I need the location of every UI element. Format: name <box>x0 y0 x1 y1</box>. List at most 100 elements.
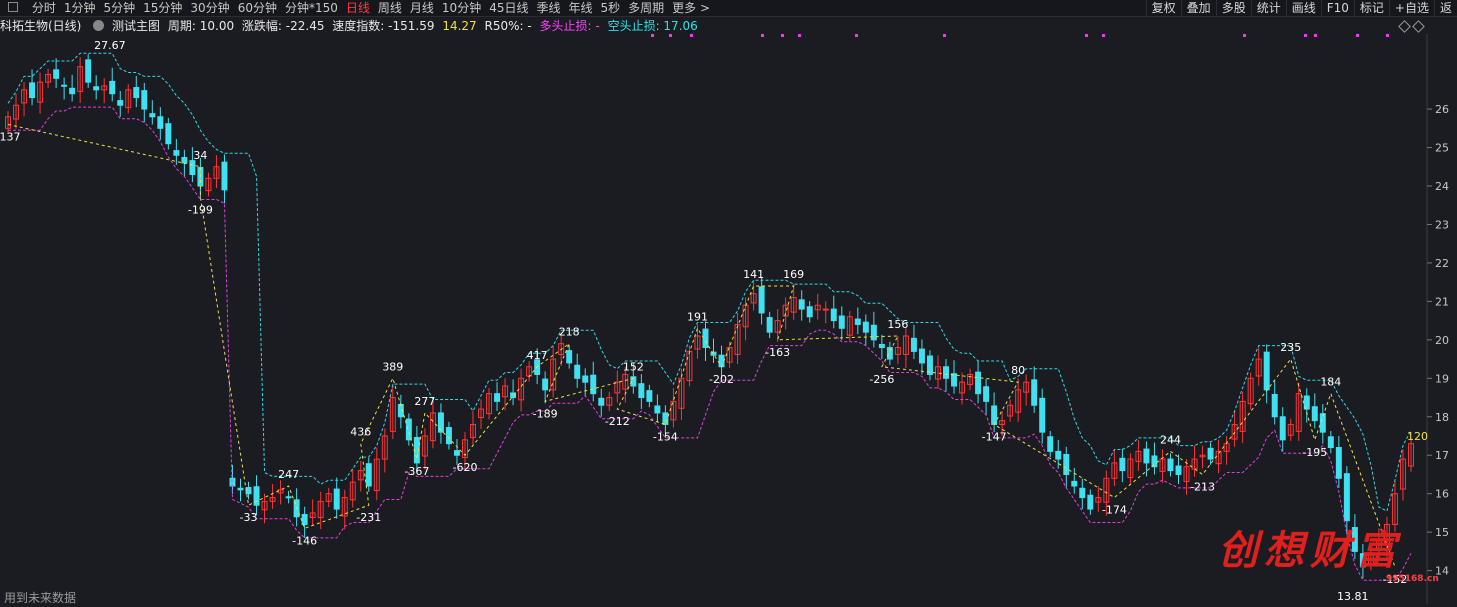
candle-body <box>758 286 765 314</box>
candle-body <box>646 390 653 402</box>
pivot-label: 277 <box>414 395 435 408</box>
y-tick-label: 21 <box>1435 295 1449 308</box>
candle-body <box>1143 448 1150 464</box>
pivot-label: 389 <box>382 360 403 373</box>
min-price-label: 13.81 <box>1337 590 1369 603</box>
candle-body <box>1271 393 1278 418</box>
candle-body <box>1039 397 1046 433</box>
y-tick-label: 24 <box>1435 180 1449 193</box>
candle-body <box>1063 453 1070 475</box>
candle-body <box>710 351 717 356</box>
y-tick-label: 15 <box>1435 526 1449 539</box>
candle-body <box>1031 379 1038 406</box>
pivot-label: 218 <box>559 326 580 339</box>
pivot-label: 169 <box>783 268 804 281</box>
signal-marker <box>1304 34 1307 37</box>
y-tick-label: 16 <box>1435 488 1449 501</box>
candle-body <box>173 150 180 156</box>
last-value-label: 120 <box>1407 430 1428 443</box>
y-tick-label: 19 <box>1435 372 1449 385</box>
candle-body <box>862 321 869 333</box>
candle-body <box>29 82 36 99</box>
candle-body <box>822 308 829 311</box>
candlestick-chart[interactable]: 26252423222120191817161514-13734-199-332… <box>0 0 1457 607</box>
short-stop-line <box>7 52 1412 512</box>
future-data-note: 用到未来数据 <box>4 591 77 605</box>
candle-body <box>61 84 68 87</box>
signal-marker <box>1314 34 1317 37</box>
pivot-label: -137 <box>0 130 20 143</box>
candle-body <box>702 328 709 349</box>
pivot-label: 152 <box>623 360 644 373</box>
candle-body <box>838 315 845 329</box>
candle-body <box>542 378 549 391</box>
candle-body <box>854 318 861 325</box>
candle-body <box>405 418 412 441</box>
pivot-label: 235 <box>1280 341 1301 354</box>
pivot-label: 156 <box>887 318 908 331</box>
pivot-label: 417 <box>527 349 548 362</box>
pivot-label: 34 <box>193 149 207 162</box>
candle-body <box>574 364 581 379</box>
pivot-label: -202 <box>709 373 734 386</box>
candle-body <box>117 100 124 106</box>
candle-body <box>141 90 148 110</box>
pivot-label: 247 <box>278 468 299 481</box>
candle-body <box>181 157 188 164</box>
pivot-label: -199 <box>188 204 213 217</box>
candle-body <box>662 412 669 425</box>
candle-body <box>654 405 661 414</box>
candle-body <box>165 123 172 145</box>
signal-marker <box>1386 34 1389 37</box>
signal-marker <box>798 34 801 37</box>
candle-body <box>1047 436 1054 452</box>
candle-body <box>582 375 589 383</box>
signal-marker <box>651 34 654 37</box>
candle-body <box>237 487 244 491</box>
candle-body <box>918 348 925 364</box>
candle-body <box>878 343 885 349</box>
signal-marker <box>1102 34 1105 37</box>
signal-marker <box>1243 34 1246 37</box>
candle-body <box>149 113 156 118</box>
y-tick-label: 20 <box>1435 334 1449 347</box>
candle-body <box>85 59 92 83</box>
candle-body <box>301 513 308 525</box>
pivot-label: -367 <box>404 465 429 478</box>
pivot-label: 184 <box>1320 376 1341 389</box>
candle-body <box>1167 458 1174 472</box>
candle-body <box>870 324 877 341</box>
y-tick-label: 25 <box>1435 142 1449 155</box>
pivot-label: -256 <box>869 373 894 386</box>
pivot-label: -147 <box>982 430 1007 443</box>
pivot-label: -33 <box>240 511 258 524</box>
candle-body <box>991 405 998 425</box>
candle-body <box>951 373 958 387</box>
candle-body <box>365 463 372 487</box>
candle-body <box>221 161 228 191</box>
candle-body <box>566 350 573 364</box>
pivot-label: 191 <box>687 310 708 323</box>
watermark-logo: 创想财富 <box>1218 527 1402 574</box>
signal-marker <box>669 34 672 37</box>
candle-body <box>453 450 460 456</box>
candle-body <box>1087 494 1094 510</box>
watermark-site: 995168.cn <box>1386 574 1439 584</box>
candle-body <box>910 337 917 352</box>
pivot-label: -620 <box>452 461 477 474</box>
pivot-label: 80 <box>1011 364 1025 377</box>
candle-body <box>638 383 645 399</box>
max-price-label: 27.67 <box>94 39 126 52</box>
y-tick-label: 18 <box>1435 411 1449 424</box>
signal-marker <box>855 34 858 37</box>
candle-body <box>69 87 76 95</box>
candle-body <box>1319 413 1326 433</box>
pivot-label: -174 <box>1102 504 1127 517</box>
pivot-label: -195 <box>1302 446 1327 459</box>
candle-body <box>109 80 116 95</box>
signal-marker <box>781 34 784 37</box>
candle-body <box>333 488 340 510</box>
candle-body <box>53 69 60 79</box>
candle-body <box>157 116 164 129</box>
candle-body <box>1055 450 1062 460</box>
